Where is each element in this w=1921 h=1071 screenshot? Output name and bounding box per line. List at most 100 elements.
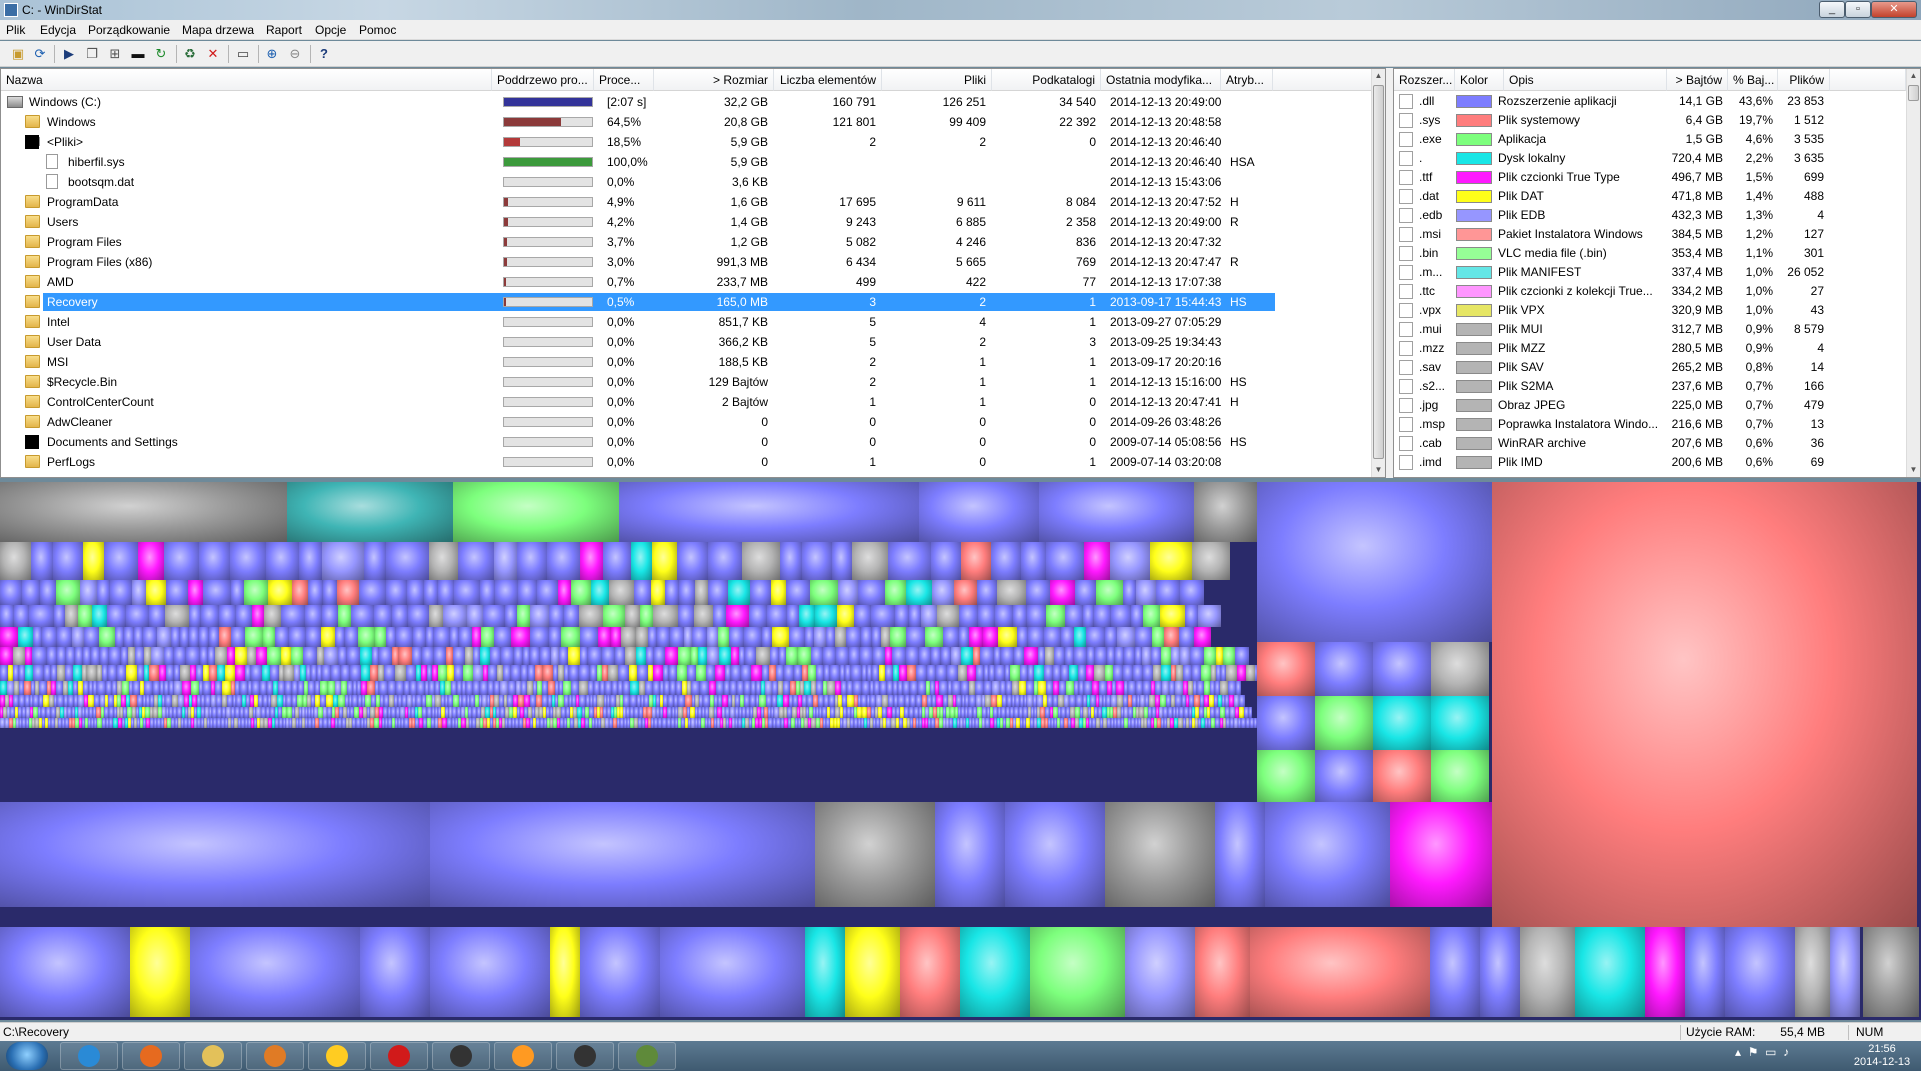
treemap-tile[interactable] [122,681,129,695]
treemap-tile[interactable] [715,665,725,681]
treemap-tile[interactable] [741,665,751,681]
treemap-tile[interactable] [523,647,530,665]
treemap-tile[interactable] [191,681,199,695]
treemap-tile[interactable] [1246,665,1255,681]
treemap-tile[interactable] [159,665,166,681]
treemap-tile[interactable] [1315,696,1373,750]
treemap-tile[interactable] [65,665,73,681]
treemap-tile[interactable] [771,580,786,605]
treemap-tile[interactable] [100,647,109,665]
treemap-tile[interactable] [1050,580,1075,605]
treemap-tile[interactable] [799,605,815,627]
treemap-tile[interactable] [29,605,54,627]
treemap-tile[interactable] [128,647,135,665]
directory-tree-list[interactable]: Nazwa Poddrzewo pro... Proce... > Rozmia… [0,68,1386,478]
treemap-tile[interactable] [1192,542,1230,580]
treemap-tile[interactable] [87,665,97,681]
treemap-tile[interactable] [995,605,1013,627]
treemap-tile[interactable] [888,542,931,580]
treemap-tile[interactable] [57,627,72,647]
treemap-tile[interactable] [978,605,995,627]
treemap-tile[interactable] [959,605,978,627]
tree-row[interactable]: +$Recycle.Bin0,0%129 Bajtów2112014-12-13… [1,372,1373,392]
treemap-tile[interactable] [495,580,518,605]
treemap-tile[interactable] [1160,605,1185,627]
treemap-tile[interactable] [231,627,245,647]
treemap-tile[interactable] [1105,627,1117,647]
treemap-tile[interactable] [430,927,550,1017]
treemap-tile[interactable] [1228,681,1236,695]
treemap-tile[interactable] [54,605,65,627]
treemap-tile[interactable] [694,605,713,627]
treemap-tile[interactable] [994,647,1001,665]
treemap-tile[interactable] [73,665,82,681]
treemap-tile[interactable] [1216,647,1223,665]
treemap-tile[interactable] [1128,681,1136,695]
treemap-tile[interactable] [1026,580,1050,605]
treemap-tile[interactable] [784,665,794,681]
treemap-tile[interactable] [826,627,835,647]
treemap-tile[interactable] [165,695,172,707]
treemap-tile[interactable] [56,580,80,605]
treemap-tile[interactable] [880,681,887,695]
treemap-tile[interactable] [359,580,386,605]
treemap-tile[interactable] [951,647,961,665]
treemap-tile[interactable] [511,665,521,681]
treemap-tile[interactable] [918,681,926,695]
treemap-tile[interactable] [634,580,651,605]
explorer-icon[interactable]: ⊞ [106,45,124,63]
treemap-tile[interactable] [1143,665,1153,681]
treemap-tile[interactable] [611,627,621,647]
treemap-tile[interactable] [480,647,490,665]
treemap-tile[interactable] [463,665,473,681]
treemap-tile[interactable] [925,627,943,647]
treemap-tile[interactable] [174,647,186,665]
treemap-tile[interactable] [360,647,372,665]
treemap-tile[interactable] [932,580,954,605]
treemap-tile[interactable] [767,605,787,627]
treemap-tile[interactable] [588,647,602,665]
treemap-tile[interactable] [386,627,396,647]
treemap-tile[interactable] [417,681,425,695]
treemap-tile[interactable] [1099,681,1107,695]
treemap-tile[interactable] [623,681,630,695]
extension-row[interactable]: .imd Plik IMD 200,6 MB 0,6% 69 [1394,453,1906,472]
treemap-tile[interactable] [629,665,637,681]
menu-edycja[interactable]: Edycja [40,23,76,37]
treemap-tile[interactable] [695,580,708,605]
treemap-tile[interactable] [1092,681,1099,695]
treemap-tile[interactable] [360,927,430,1017]
menu-pomoc[interactable]: Pomoc [359,23,396,37]
treemap-tile[interactable] [166,665,174,681]
treemap-tile[interactable] [1105,802,1215,907]
treemap-tile[interactable] [1136,580,1156,605]
treemap-tile[interactable] [270,665,279,681]
treemap-tile[interactable] [1084,542,1110,580]
treemap-tile[interactable] [960,927,1030,1017]
treemap-tile[interactable] [1180,647,1190,665]
treemap-tile[interactable] [980,647,994,665]
treemap-tile[interactable] [281,647,291,665]
treemap-tile[interactable] [530,627,549,647]
treemap-tile[interactable] [861,627,872,647]
treemap-tile[interactable] [1249,707,1252,718]
treemap-tile[interactable] [25,665,33,681]
treemap-tile[interactable] [549,605,564,627]
treemap-tile[interactable] [1046,681,1053,695]
treemap-tile[interactable] [1373,642,1431,696]
treemap-tile[interactable] [1024,647,1038,665]
treemap-tile[interactable] [235,647,247,665]
treemap-tile[interactable] [1223,647,1235,665]
treemap-tile[interactable] [660,927,805,1017]
treemap-tile[interactable] [1087,647,1095,665]
treemap-tile[interactable] [852,542,888,580]
treemap-tile[interactable] [370,665,378,681]
treemap-tile[interactable] [285,681,292,695]
treemap-tile[interactable] [770,647,779,665]
column-header-bytes-pct[interactable]: % Baj... [1728,69,1778,91]
treemap-tile[interactable] [480,580,495,605]
treemap-tile[interactable] [0,627,18,647]
treemap-tile[interactable] [1153,665,1161,681]
treemap-tile[interactable] [281,605,305,627]
treemap-tile[interactable] [351,605,374,627]
